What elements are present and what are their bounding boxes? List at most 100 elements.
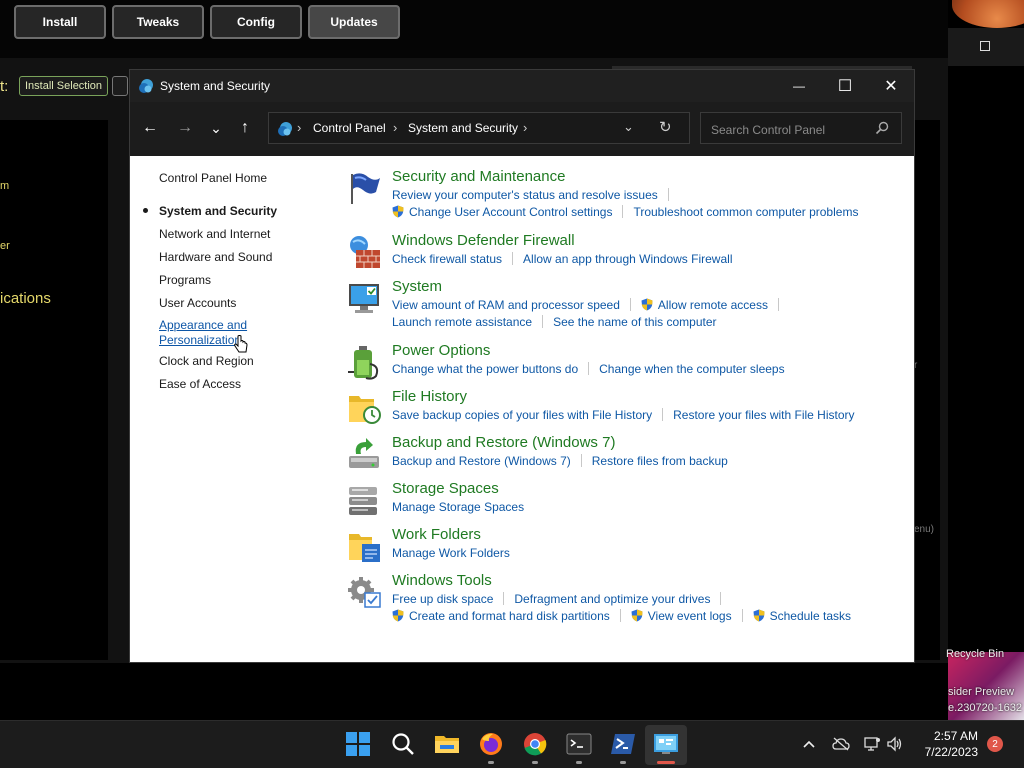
tools-icon[interactable]: [346, 574, 382, 610]
category-title-backup-and-restore-windows-7[interactable]: Backup and Restore (Windows 7): [392, 434, 615, 451]
file-history-icon[interactable]: [346, 390, 382, 426]
firefox-icon[interactable]: [478, 731, 504, 757]
breadcrumb-control-panel[interactable]: Control Panel: [313, 121, 386, 135]
network-icon[interactable]: [863, 735, 881, 753]
nav-programs[interactable]: Programs: [159, 273, 211, 287]
nav-network-and-internet[interactable]: Network and Internet: [159, 227, 270, 241]
nav-ease-of-access[interactable]: Ease of Access: [159, 377, 241, 391]
link-separator: [662, 408, 664, 421]
task-link[interactable]: View event logs: [648, 609, 732, 623]
notification-badge[interactable]: 2: [987, 736, 1003, 752]
window-title: System and Security: [160, 79, 271, 93]
battery-icon[interactable]: [346, 344, 382, 380]
task-link[interactable]: Free up disk space: [392, 592, 493, 606]
category-title-windows-tools[interactable]: Windows Tools: [392, 572, 492, 589]
volume-icon[interactable]: [886, 735, 904, 753]
tweaks-tab[interactable]: Tweaks: [112, 5, 204, 39]
address-dropdown-button[interactable]: ⌄: [623, 119, 634, 135]
task-link[interactable]: Allow an app through Windows Firewall: [523, 252, 732, 266]
show-hidden-icons-icon[interactable]: [800, 735, 818, 753]
task-link[interactable]: Save backup copies of your files with Fi…: [392, 408, 652, 422]
task-link[interactable]: Manage Storage Spaces: [392, 500, 524, 514]
refresh-button[interactable]: ↻: [659, 118, 672, 136]
computer-icon[interactable]: [346, 280, 382, 316]
search-icon[interactable]: [390, 731, 416, 757]
maximize-icon[interactable]: [980, 41, 990, 51]
link-separator: [512, 252, 514, 265]
watermark-text: sider Preview: [948, 686, 1015, 698]
background-text: m: [0, 180, 10, 192]
file-explorer-icon[interactable]: [434, 731, 460, 757]
link-separator: [622, 205, 624, 218]
task-link[interactable]: Create and format hard disk partitions: [409, 609, 610, 623]
forward-button[interactable]: →: [173, 116, 197, 140]
task-link[interactable]: See the name of this computer: [553, 315, 716, 329]
back-button[interactable]: ←: [138, 116, 162, 140]
category-title-system[interactable]: System: [392, 278, 442, 295]
task-link[interactable]: Troubleshoot common computer problems: [633, 205, 858, 219]
control-panel-home-link[interactable]: Control Panel Home: [159, 171, 267, 185]
config-tab[interactable]: Config: [210, 5, 302, 39]
task-link[interactable]: Change what the power buttons do: [392, 362, 578, 376]
address-bar[interactable]: › Control Panel › System and Security › …: [268, 112, 690, 144]
breadcrumb-separator[interactable]: ›: [393, 120, 397, 135]
control-panel-icon: [139, 79, 153, 93]
flag-icon[interactable]: [346, 170, 382, 206]
uac-shield-icon: [631, 609, 643, 622]
breadcrumb-system-and-security[interactable]: System and Security: [408, 121, 518, 135]
up-button[interactable]: ↑: [233, 116, 257, 140]
task-link[interactable]: Change User Account Control settings: [409, 205, 612, 219]
task-link[interactable]: Check firewall status: [392, 252, 502, 266]
task-link[interactable]: Restore your files with File History: [673, 408, 854, 422]
task-link[interactable]: Schedule tasks: [770, 609, 851, 623]
nav-appearance-and-personalization-line2[interactable]: Personalization: [159, 333, 241, 348]
recent-locations-button[interactable]: ⌄: [204, 116, 228, 140]
task-link[interactable]: Launch remote assistance: [392, 315, 532, 329]
nav-clock-and-region[interactable]: Clock and Region: [159, 354, 254, 368]
task-link[interactable]: Backup and Restore (Windows 7): [392, 454, 571, 468]
task-link[interactable]: Restore files from backup: [592, 454, 728, 468]
link-separator: [619, 609, 621, 622]
category-title-windows-defender-firewall[interactable]: Windows Defender Firewall: [392, 232, 575, 249]
title-bar[interactable]: System and Security — ☐ ✕: [130, 70, 914, 102]
search-input[interactable]: [709, 120, 873, 140]
nav-user-accounts[interactable]: User Accounts: [159, 296, 236, 310]
install-tab[interactable]: Install: [14, 5, 106, 39]
chrome-icon[interactable]: [522, 731, 548, 757]
maximize-button[interactable]: ☐: [822, 70, 868, 102]
task-link[interactable]: Defragment and optimize your drives: [514, 592, 710, 606]
storage-icon[interactable]: [346, 482, 382, 518]
task-link[interactable]: View amount of RAM and processor speed: [392, 298, 620, 312]
breadcrumb-separator[interactable]: ›: [523, 120, 527, 135]
task-link[interactable]: Change when the computer sleeps: [599, 362, 784, 376]
task-link[interactable]: Review your computer's status and resolv…: [392, 188, 658, 202]
close-button[interactable]: ✕: [868, 70, 914, 102]
updates-tab[interactable]: Updates: [308, 5, 400, 39]
work-folders-icon[interactable]: [346, 528, 382, 564]
search-box[interactable]: [700, 112, 902, 144]
install-selection-button[interactable]: Install Selection: [19, 76, 109, 96]
background-button[interactable]: [112, 76, 128, 96]
category-title-file-history[interactable]: File History: [392, 388, 467, 405]
clock[interactable]: 2:57 AM 7/22/2023: [920, 728, 978, 760]
powershell-icon[interactable]: [610, 731, 636, 757]
category-title-security-and-maintenance[interactable]: Security and Maintenance: [392, 168, 565, 185]
category-title-storage-spaces[interactable]: Storage Spaces: [392, 480, 499, 497]
nav-appearance-and-personalization-line1[interactable]: Appearance and: [159, 318, 247, 333]
start-icon[interactable]: [345, 731, 371, 757]
task-link[interactable]: Manage Work Folders: [392, 546, 510, 560]
backup-icon[interactable]: [346, 436, 382, 472]
firewall-icon[interactable]: [346, 234, 382, 270]
category-title-work-folders[interactable]: Work Folders: [392, 526, 481, 543]
minimize-button[interactable]: —: [776, 70, 822, 102]
terminal-icon[interactable]: [566, 731, 592, 757]
control-panel-icon[interactable]: [653, 731, 679, 757]
search-icon[interactable]: [875, 121, 889, 135]
onedrive-icon[interactable]: [832, 735, 850, 753]
recycle-bin-label[interactable]: Recycle Bin: [946, 648, 1004, 660]
background-toolbar-label: t:: [0, 78, 9, 95]
category-title-power-options[interactable]: Power Options: [392, 342, 490, 359]
nav-hardware-and-sound[interactable]: Hardware and Sound: [159, 250, 272, 264]
task-link[interactable]: Allow remote access: [658, 298, 768, 312]
category-link-row: Save backup copies of your files with Fi…: [392, 406, 855, 423]
